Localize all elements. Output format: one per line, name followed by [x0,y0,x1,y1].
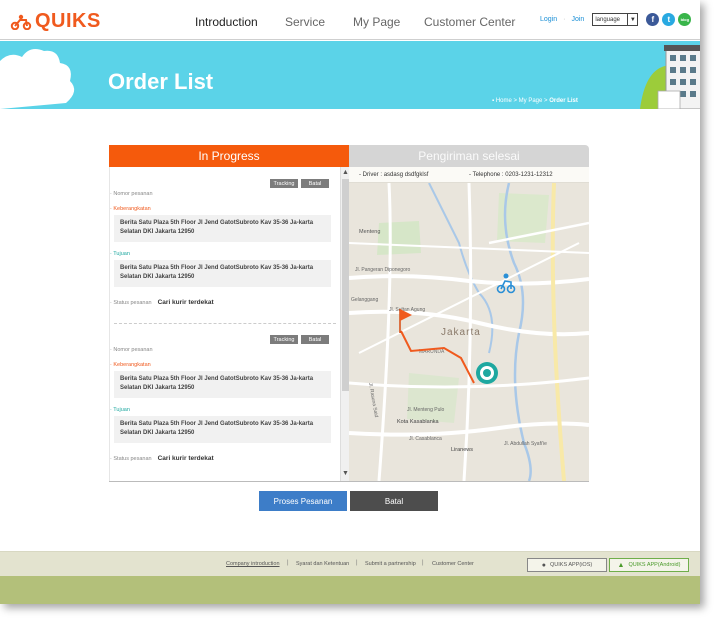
android-app-button[interactable]: ▲ QUIKS APP(Android) [609,558,689,572]
destination-label: · Tujuan [110,407,130,413]
building-decoration [640,45,700,109]
footer-separator: | [356,560,358,566]
footer-bottom-bar [0,576,700,604]
destination-label: · Tujuan [110,251,130,257]
order-actions: Tracking Batal [267,335,329,344]
footer-separator: | [287,560,289,566]
order-list: Tracking Batal · Nomor pesanan · Keberan… [109,167,349,481]
cancel-button[interactable]: Batal [350,491,438,511]
nav-service[interactable]: Service [285,15,325,29]
tab-in-progress[interactable]: In Progress [109,145,349,167]
breadcrumb: ▪ Home > My Page > Order List [492,98,578,104]
map-canvas[interactable]: Menteng Jl. Pangeran Diponegoro Gelangga… [349,183,589,481]
cancel-order-button[interactable]: Batal [301,335,329,344]
apple-icon: ● [541,561,547,569]
tracking-button[interactable]: Tracking [270,179,298,188]
blog-icon[interactable]: blog [678,13,692,26]
status-value: Cari kurir terdekat [157,455,214,462]
map-label-road: Jl. Abdullah Syafi'ie [504,441,547,447]
tracking-button[interactable]: Tracking [270,335,298,344]
page-banner: Order List ▪ Home > My Page > Order List [0,41,700,109]
chevron-down-icon: ▼ [627,14,637,25]
destination-address: Berita Satu Plaza 5th Floor Jl Jend Gato… [114,416,331,443]
tab-completed[interactable]: Pengiriman selesai [349,145,589,167]
status-row: · Status pesanan Cari kurir terdekat [110,299,214,306]
destination-target-icon [476,362,498,384]
map-label-road: Jl. Sultan Agung [389,307,425,313]
brand-name: QUIKS [35,10,101,32]
ios-app-label: QUIKS APP(iOS) [550,562,593,568]
facebook-icon[interactable]: f [646,13,660,26]
footer: Company introduction | Syarat dan Ketent… [0,551,700,576]
android-icon: ▲ [617,561,625,569]
top-bar: QUIKS Introduction Service My Page Custo… [0,0,700,40]
map-label-city: Jakarta [441,327,481,338]
departure-address: Berita Satu Plaza 5th Floor Jl Jend Gato… [114,371,331,398]
footer-link-company[interactable]: Company introduction [226,561,280,567]
footer-separator: | [422,560,424,566]
page-title: Order List [108,69,214,94]
cloud-decoration [0,49,75,109]
nav-introduction[interactable]: Introduction [195,15,258,29]
driver-phone: 0203-1231-12312 [505,171,553,178]
separator: · [563,16,566,23]
driver-info-bar: - Driver : asdasg dsdfgklsf - Telephone … [349,167,589,183]
departure-label: · Keberangkatan [110,206,151,212]
map-label-road: Jl. Pangeran Diponegoro [355,267,411,273]
page-frame: QUIKS Introduction Service My Page Custo… [0,0,700,604]
departure-label: · Keberangkatan [110,362,151,368]
order-actions: Tracking Batal [267,179,329,188]
footer-link-terms[interactable]: Syarat dan Ketentuan [296,561,349,567]
submit-order-button[interactable]: Proses Pesanan [259,491,347,511]
list-scrollbar[interactable]: ▲ ▼ [340,167,349,481]
breadcrumb-home[interactable]: Home [496,98,512,104]
twitter-icon[interactable]: t [662,13,676,26]
order-number-label: · Nomor pesanan [110,191,153,197]
nav-customer-center[interactable]: Customer Center [424,15,515,29]
language-select[interactable]: language ▼ [592,13,639,26]
cancel-order-button[interactable]: Batal [301,179,329,188]
map-label-menteng: Menteng [359,229,380,235]
status-row: · Status pesanan Cari kurir terdekat [110,455,214,462]
scroll-down-icon[interactable]: ▼ [341,469,349,479]
join-link[interactable]: Join [571,16,584,23]
scroll-up-icon[interactable]: ▲ [341,168,349,178]
driver-info: - Driver : asdasg dsdfgklsf [359,171,429,178]
ios-app-button[interactable]: ● QUIKS APP(iOS) [527,558,607,572]
map-label-kasablanka: Kota Kasablanka [397,419,440,425]
departure-address: Berita Satu Plaza 5th Floor Jl Jend Gato… [114,215,331,242]
order-divider [114,323,336,324]
android-app-label: QUIKS APP(Android) [628,562,681,568]
footer-link-partnership[interactable]: Submit a partnership [365,561,416,567]
breadcrumb-current: Order List [549,98,578,104]
home-icon: ▪ [492,98,495,104]
map-label-road: Jl. Casablanca [409,436,442,442]
breadcrumb-my-page[interactable]: My Page [519,98,543,104]
destination-address: Berita Satu Plaza 5th Floor Jl Jend Gato… [114,260,331,287]
scooter-logo-icon [10,14,32,30]
map-label-road: Jl. Menteng Pulo [407,407,444,413]
map-label-road: Gelanggang [351,297,378,303]
tracking-map[interactable]: - Driver : asdasg dsdfgklsf - Telephone … [349,167,589,481]
driver-name: asdasg dsdfgklsf [383,171,429,178]
footer-link-customer-center[interactable]: Customer Center [432,561,474,567]
order-panel: In Progress Pengiriman selesai Tracking … [109,145,589,482]
login-link[interactable]: Login [540,16,557,23]
logo[interactable]: QUIKS [10,10,101,33]
scroll-thumb[interactable] [342,179,349,391]
phone-info: - Telephone : 0203-1231-12312 [469,171,553,178]
status-value: Cari kurir terdekat [157,299,214,306]
map-label-liranews: Liranews [451,447,473,453]
language-select-value: language [595,16,621,23]
nav-my-page[interactable]: My Page [353,15,400,29]
top-utility: Login · Join language ▼ f t blog [540,13,692,26]
order-number-label: · Nomor pesanan [110,347,153,353]
